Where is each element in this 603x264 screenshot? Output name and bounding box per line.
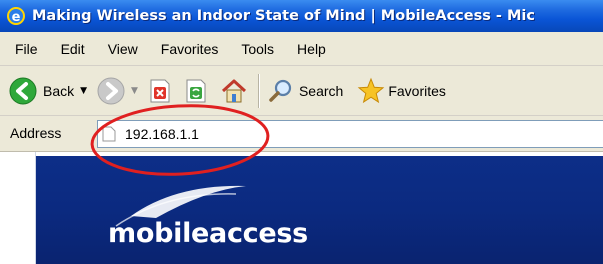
back-dropdown-arrow[interactable]: ▼ — [80, 86, 87, 96]
svg-text:e: e — [12, 10, 21, 25]
ie-logo-icon: e — [7, 7, 25, 25]
favorites-button[interactable]: Favorites — [357, 71, 446, 111]
menu-tools[interactable]: Tools — [230, 41, 286, 57]
menu-view[interactable]: View — [97, 41, 150, 57]
menu-file[interactable]: File — [4, 41, 50, 57]
favorites-label: Favorites — [388, 82, 446, 99]
menu-bar: File Edit View Favorites Tools Help — [0, 32, 603, 66]
menu-edit[interactable]: Edit — [50, 41, 97, 57]
back-button[interactable]: Back ▼ — [9, 71, 87, 111]
highlight-ellipse — [90, 104, 270, 176]
browser-window: e Making Wireless an Indoor State of Min… — [0, 0, 603, 264]
address-label: Address — [10, 125, 62, 141]
forward-dropdown-arrow[interactable]: ▼ — [131, 86, 138, 96]
back-label: Back — [43, 82, 75, 99]
search-button[interactable]: Search — [268, 71, 343, 111]
title-bar[interactable]: e Making Wireless an Indoor State of Min… — [0, 0, 603, 32]
page-left-margin — [0, 152, 36, 264]
back-arrow-icon — [9, 77, 37, 104]
mobileaccess-logo: mobileaccess — [108, 218, 308, 249]
window-title: Making Wireless an Indoor State of Mind … — [32, 8, 535, 24]
favorites-star-icon — [358, 77, 385, 103]
menu-help[interactable]: Help — [286, 41, 338, 57]
search-label: Search — [298, 82, 344, 99]
menu-favorites[interactable]: Favorites — [150, 41, 231, 57]
